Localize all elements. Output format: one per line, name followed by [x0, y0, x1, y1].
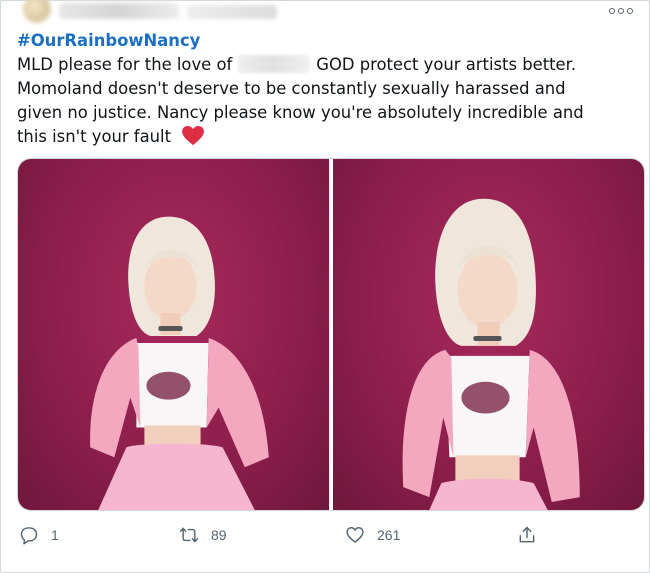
red-heart-emoji-icon — [182, 126, 205, 146]
photo-2[interactable] — [333, 159, 644, 510]
reply-button[interactable]: 1 — [19, 525, 59, 545]
retweet-count: 89 — [211, 527, 227, 543]
photo-1[interactable] — [18, 159, 329, 510]
tweet-line-2: Momoland doesn't deserve to be constantl… — [17, 79, 566, 98]
hashtag-link[interactable]: #OurRainbowNancy — [17, 29, 632, 53]
tweet-line-1-start: MLD please for the love of — [17, 55, 233, 74]
tweet-header — [13, 0, 643, 27]
retweet-icon — [179, 527, 199, 543]
person-illustration-icon — [90, 216, 269, 510]
more-options-icon[interactable] — [609, 5, 635, 17]
tweet-line-3: given no justice. Nancy please know you'… — [17, 103, 584, 122]
person-illustration-icon — [402, 198, 580, 510]
reply-count: 1 — [51, 527, 59, 543]
redacted-display-name — [59, 3, 179, 19]
tweet-line-1-end: GOD protect your artists better. — [316, 55, 577, 74]
like-button[interactable]: 261 — [345, 525, 400, 545]
reply-icon — [20, 527, 38, 545]
tweet-line-4-text: this isn't your fault — [17, 127, 171, 146]
tweet-text: #OurRainbowNancy MLD please for the love… — [17, 29, 632, 149]
avatar[interactable] — [23, 0, 51, 23]
redacted-word — [238, 55, 311, 73]
share-icon — [519, 526, 535, 543]
media-grid — [17, 158, 645, 511]
redacted-handle — [187, 5, 277, 19]
tweet-line-1: MLD please for the love of GOD protect yo… — [17, 53, 632, 77]
tweet-card: #OurRainbowNancy MLD please for the love… — [0, 0, 650, 573]
share-button[interactable] — [517, 525, 537, 545]
action-bar: 1 89 261 — [19, 525, 579, 551]
retweet-button[interactable]: 89 — [179, 525, 227, 545]
heart-icon — [346, 527, 364, 543]
tweet-line-4: this isn't your fault — [17, 125, 632, 149]
like-count: 261 — [377, 527, 401, 543]
